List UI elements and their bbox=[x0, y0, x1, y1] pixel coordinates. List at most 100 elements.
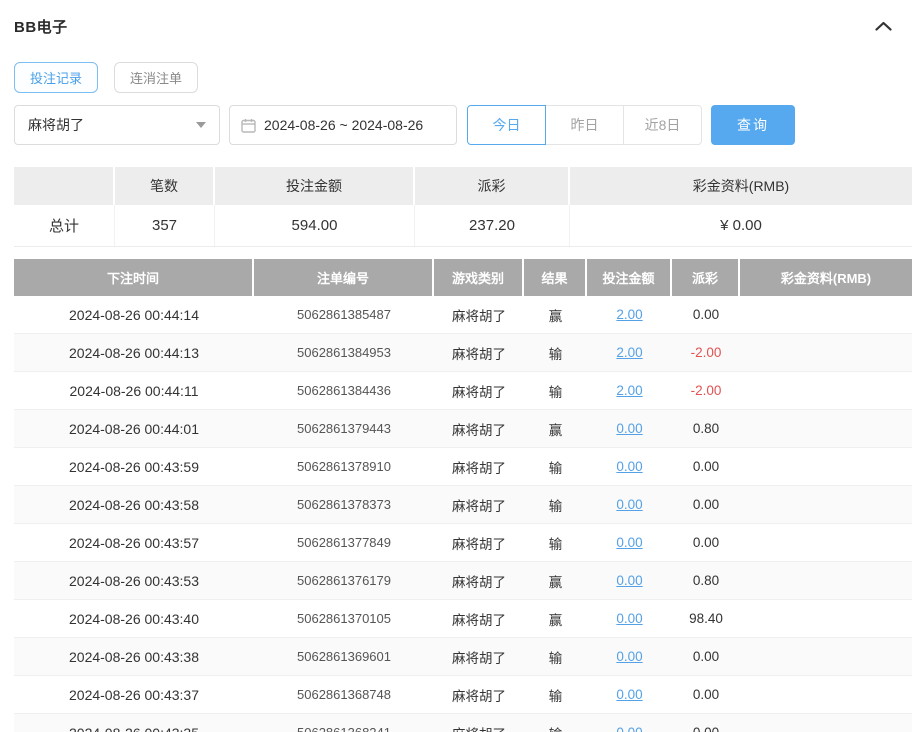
quick-yesterday-button[interactable]: 昨日 bbox=[545, 105, 624, 145]
bet-amount-link[interactable]: 0.00 bbox=[616, 649, 642, 664]
summary-total-row: 总计 357 594.00 237.20 ¥ 0.00 bbox=[14, 205, 912, 247]
game-type: 麻将胡了 bbox=[434, 410, 524, 447]
bet-time: 2024-08-26 00:43:38 bbox=[14, 638, 254, 675]
table-row: 2024-08-26 00:44:14 5062861385487 麻将胡了 赢… bbox=[14, 296, 912, 334]
col-bet-time: 下注时间 bbox=[14, 259, 254, 296]
game-type: 麻将胡了 bbox=[434, 600, 524, 637]
bet-amount-link[interactable]: 2.00 bbox=[616, 307, 642, 322]
bet-time: 2024-08-26 00:43:37 bbox=[14, 676, 254, 713]
bet-amount-link[interactable]: 2.00 bbox=[616, 345, 642, 360]
order-number: 5062861378910 bbox=[254, 448, 434, 485]
payout-value: -2.00 bbox=[672, 372, 740, 409]
caret-down-icon bbox=[196, 122, 206, 128]
summary-count-value: 357 bbox=[115, 205, 215, 246]
game-select-value: 麻将胡了 bbox=[28, 115, 84, 135]
bet-amount-link[interactable]: 2.00 bbox=[616, 383, 642, 398]
payout-value: -2.00 bbox=[672, 334, 740, 371]
panel-header: BB电子 bbox=[0, 0, 912, 52]
bonus-value bbox=[740, 562, 912, 599]
summary-total-label: 总计 bbox=[14, 205, 115, 246]
bet-amount-cell: 0.00 bbox=[587, 486, 672, 523]
bet-amount-link[interactable]: 0.00 bbox=[616, 421, 642, 436]
table-row: 2024-08-26 00:44:13 5062861384953 麻将胡了 输… bbox=[14, 334, 912, 372]
summary-header-row: 笔数 投注金额 派彩 彩金资料(RMB) bbox=[14, 167, 912, 205]
payout-value: 0.00 bbox=[672, 296, 740, 333]
date-range-value: 2024-08-26 ~ 2024-08-26 bbox=[264, 117, 423, 133]
order-number: 5062861369601 bbox=[254, 638, 434, 675]
table-row: 2024-08-26 00:43:38 5062861369601 麻将胡了 输… bbox=[14, 638, 912, 676]
col-bonus: 彩金资料(RMB) bbox=[740, 259, 912, 296]
bet-amount-link[interactable]: 0.00 bbox=[616, 725, 642, 732]
tab-bar: 投注记录 连消注单 bbox=[0, 52, 912, 93]
payout-value: 0.80 bbox=[672, 562, 740, 599]
quick-last8days-button[interactable]: 近8日 bbox=[623, 105, 702, 145]
bet-time: 2024-08-26 00:43:59 bbox=[14, 448, 254, 485]
payout-value: 0.80 bbox=[672, 410, 740, 447]
payout-value: 0.00 bbox=[672, 676, 740, 713]
tab-bet-records[interactable]: 投注记录 bbox=[14, 62, 98, 93]
result-text: 赢 bbox=[524, 600, 587, 637]
game-type: 麻将胡了 bbox=[434, 334, 524, 371]
bet-amount-cell: 0.00 bbox=[587, 562, 672, 599]
summary-bonus-value: ¥ 0.00 bbox=[570, 205, 912, 246]
bet-time: 2024-08-26 00:44:13 bbox=[14, 334, 254, 371]
payout-value: 0.00 bbox=[672, 448, 740, 485]
result-text: 输 bbox=[524, 486, 587, 523]
payout-value: 0.00 bbox=[672, 524, 740, 561]
bet-amount-link[interactable]: 0.00 bbox=[616, 535, 642, 550]
summary-table: 笔数 投注金额 派彩 彩金资料(RMB) 总计 357 594.00 237.2… bbox=[14, 167, 912, 247]
bonus-value bbox=[740, 486, 912, 523]
order-number: 5062861384436 bbox=[254, 372, 434, 409]
bet-amount-cell: 2.00 bbox=[587, 372, 672, 409]
game-type: 麻将胡了 bbox=[434, 296, 524, 333]
bet-amount-cell: 0.00 bbox=[587, 714, 672, 732]
bet-amount-cell: 0.00 bbox=[587, 524, 672, 561]
search-button[interactable]: 查询 bbox=[711, 105, 795, 145]
bet-time: 2024-08-26 00:43:40 bbox=[14, 600, 254, 637]
bet-amount-cell: 0.00 bbox=[587, 410, 672, 447]
summary-bet-amount-value: 594.00 bbox=[215, 205, 415, 246]
col-result: 结果 bbox=[524, 259, 587, 296]
order-number: 5062861370105 bbox=[254, 600, 434, 637]
table-row: 2024-08-26 00:43:40 5062861370105 麻将胡了 赢… bbox=[14, 600, 912, 638]
calendar-icon bbox=[241, 118, 256, 133]
summary-header-bet-amount: 投注金额 bbox=[215, 167, 415, 205]
bet-amount-cell: 0.00 bbox=[587, 676, 672, 713]
date-range-input[interactable]: 2024-08-26 ~ 2024-08-26 bbox=[229, 105, 457, 145]
order-number: 5062861368748 bbox=[254, 676, 434, 713]
result-text: 输 bbox=[524, 714, 587, 732]
game-type: 麻将胡了 bbox=[434, 714, 524, 732]
result-text: 赢 bbox=[524, 562, 587, 599]
bet-amount-link[interactable]: 0.00 bbox=[616, 611, 642, 626]
summary-payout-value: 237.20 bbox=[415, 205, 570, 246]
game-type: 麻将胡了 bbox=[434, 372, 524, 409]
game-type: 麻将胡了 bbox=[434, 562, 524, 599]
bet-records-panel: BB电子 投注记录 连消注单 麻将胡了 2024-08-26 ~ 20 bbox=[0, 0, 912, 732]
bet-amount-cell: 0.00 bbox=[587, 600, 672, 637]
bet-amount-link[interactable]: 0.00 bbox=[616, 573, 642, 588]
table-header-row: 下注时间 注单编号 游戏类别 结果 投注金额 派彩 彩金资料(RMB) bbox=[14, 259, 912, 296]
bet-time: 2024-08-26 00:43:57 bbox=[14, 524, 254, 561]
result-text: 输 bbox=[524, 638, 587, 675]
game-select[interactable]: 麻将胡了 bbox=[14, 105, 220, 145]
filter-bar: 麻将胡了 2024-08-26 ~ 2024-08-26 今日 昨日 近8日 查… bbox=[0, 93, 912, 145]
tab-cancelled-orders[interactable]: 连消注单 bbox=[114, 62, 198, 93]
bet-time: 2024-08-26 00:44:01 bbox=[14, 410, 254, 447]
bonus-value bbox=[740, 676, 912, 713]
result-text: 输 bbox=[524, 334, 587, 371]
table-body: 2024-08-26 00:44:14 5062861385487 麻将胡了 赢… bbox=[14, 296, 912, 732]
table-row: 2024-08-26 00:43:57 5062861377849 麻将胡了 输… bbox=[14, 524, 912, 562]
result-text: 输 bbox=[524, 448, 587, 485]
summary-header-payout: 派彩 bbox=[415, 167, 570, 205]
bet-amount-link[interactable]: 0.00 bbox=[616, 687, 642, 702]
table-row: 2024-08-26 00:44:11 5062861384436 麻将胡了 输… bbox=[14, 372, 912, 410]
result-text: 赢 bbox=[524, 410, 587, 447]
quick-today-button[interactable]: 今日 bbox=[467, 105, 546, 145]
order-number: 5062861377849 bbox=[254, 524, 434, 561]
bet-amount-link[interactable]: 0.00 bbox=[616, 459, 642, 474]
bet-amount-cell: 2.00 bbox=[587, 296, 672, 333]
bet-amount-link[interactable]: 0.00 bbox=[616, 497, 642, 512]
bonus-value bbox=[740, 638, 912, 675]
table-row: 2024-08-26 00:43:58 5062861378373 麻将胡了 输… bbox=[14, 486, 912, 524]
chevron-up-icon[interactable] bbox=[871, 17, 896, 35]
